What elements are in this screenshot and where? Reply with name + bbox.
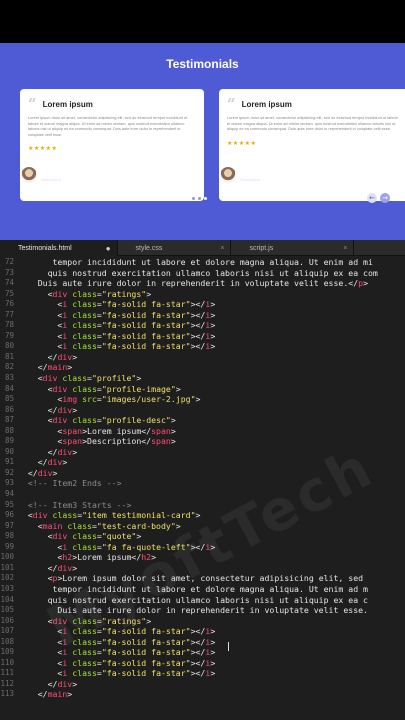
unsaved-dot-icon[interactable]: ● [106, 244, 111, 253]
card-title: Lorem ipsum [42, 99, 93, 109]
profile-name: Lorem ipsum [240, 168, 284, 176]
tab-script-js[interactable]: script.js × [231, 240, 355, 256]
tab-label: script.js [249, 244, 274, 252]
code-area[interactable]: 72 tempor incididunt ut labore et dolore… [0, 257, 405, 700]
prev-arrow-icon[interactable]: ← [367, 193, 377, 203]
testimonial-card: “ Lorem ipsum Lorem ipsum dolor sit amet… [20, 89, 204, 201]
carousel-arrows: ← → [367, 193, 390, 203]
code-editor: Testimonials.html ● style.css × script.j… [0, 240, 405, 720]
testimonials-preview: Testimonials “ Lorem ipsum Lorem ipsum d… [0, 43, 405, 240]
close-icon[interactable]: × [220, 245, 224, 252]
close-icon[interactable]: × [343, 245, 347, 252]
quote-left-icon: “ [28, 95, 37, 113]
card-text: Lorem ipsum dolor sit amet, consectetur … [28, 115, 188, 137]
card-text: Lorem ipsum dolor sit amet, consectetur … [227, 115, 399, 132]
carousel-dot-active[interactable] [204, 197, 207, 200]
testimonial-card: “ Lorem ipsum Lorem ipsum dolor sit amet… [219, 89, 405, 201]
profile-name: Lorem ipsum [41, 168, 85, 176]
tab-testimonials-html[interactable]: Testimonials.html ● [0, 240, 118, 256]
profile-description: Description [240, 176, 261, 182]
avatar [21, 167, 37, 183]
star-rating: ★★★★★ [227, 139, 257, 147]
card-title: Lorem ipsum [241, 99, 292, 109]
profile: Lorem ipsum Description [220, 167, 284, 183]
profile: Lorem ipsum Description [21, 167, 85, 183]
avatar [220, 167, 236, 183]
tab-style-css[interactable]: style.css × [118, 240, 232, 256]
top-black-band [0, 0, 405, 43]
star-rating: ★★★★★ [28, 145, 58, 153]
profile-description: Description [41, 176, 62, 182]
text-cursor [228, 642, 229, 651]
editor-tab-bar: Testimonials.html ● style.css × script.j… [0, 240, 405, 256]
carousel-dot[interactable] [192, 197, 195, 200]
tab-label: Testimonials.html [18, 244, 72, 252]
carousel-dot[interactable] [198, 197, 201, 200]
preview-title: Testimonials [166, 57, 239, 71]
next-arrow-icon[interactable]: → [380, 193, 390, 203]
tab-label: style.css [135, 244, 163, 252]
carousel-dots [192, 197, 207, 200]
quote-left-icon: “ [227, 95, 236, 113]
